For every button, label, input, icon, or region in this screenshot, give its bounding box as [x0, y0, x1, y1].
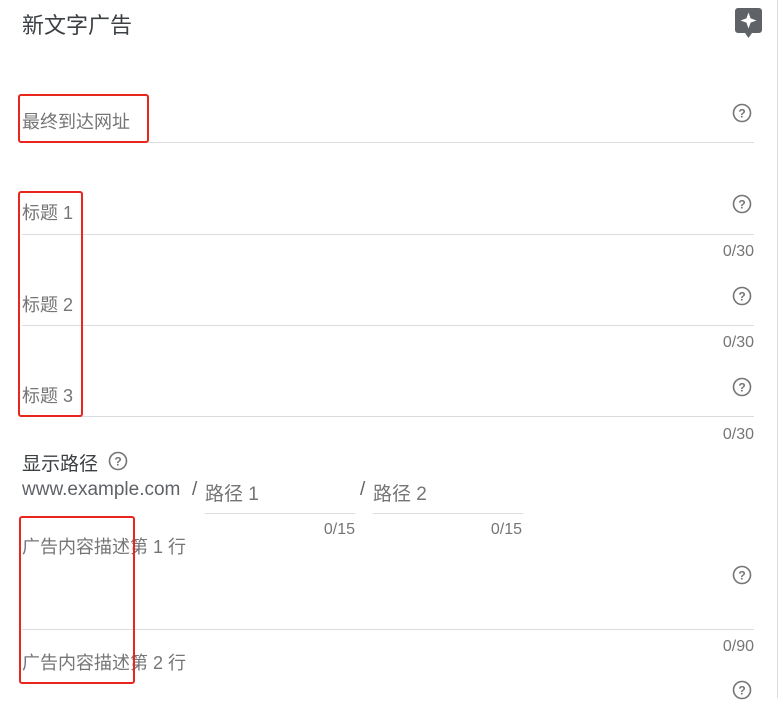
svg-text:?: ?	[738, 290, 745, 304]
help-icon[interactable]: ?	[732, 286, 752, 306]
headline-1-underline	[22, 234, 754, 235]
help-icon[interactable]: ?	[732, 565, 752, 585]
headline-2-label: 标题 2	[22, 295, 74, 315]
path-2-placeholder: 路径 2	[373, 484, 427, 505]
path-2-underline	[373, 513, 523, 514]
final-url-label: 最终到达网址	[22, 112, 130, 132]
path-separator: /	[192, 479, 198, 500]
headline-3-underline	[22, 416, 754, 417]
svg-text:?: ?	[114, 455, 121, 469]
page-title: 新文字广告	[22, 13, 133, 38]
headline-3-counter: 0/30	[722, 426, 754, 443]
path-1-underline	[205, 513, 355, 514]
svg-text:?: ?	[738, 198, 745, 212]
headline-3-label: 标题 3	[22, 386, 74, 406]
headline-1-label: 标题 1	[22, 203, 74, 223]
description-1-underline	[22, 629, 754, 630]
headline-2-counter: 0/30	[722, 334, 754, 351]
headline-1-counter: 0/30	[722, 243, 754, 260]
svg-text:?: ?	[738, 684, 745, 698]
svg-text:?: ?	[738, 381, 745, 395]
display-url-domain: www.example.com	[22, 479, 181, 500]
path-1-counter: 0/15	[323, 521, 355, 538]
headline-2-underline	[22, 325, 754, 326]
panel-right-border	[777, 0, 778, 698]
sparkle-icon[interactable]	[735, 8, 762, 38]
path-1-placeholder: 路径 1	[205, 484, 259, 505]
display-path-label: 显示路径	[22, 454, 99, 475]
help-icon[interactable]: ?	[732, 377, 752, 397]
help-icon[interactable]: ?	[108, 451, 128, 471]
help-icon[interactable]: ?	[732, 194, 752, 214]
svg-text:?: ?	[738, 107, 745, 121]
description-1-label: 广告内容描述第 1 行	[22, 537, 187, 557]
description-2-label: 广告内容描述第 2 行	[22, 653, 187, 673]
help-icon[interactable]: ?	[732, 103, 752, 123]
svg-text:?: ?	[738, 569, 745, 583]
help-icon[interactable]: ?	[732, 680, 752, 700]
path-2-counter: 0/15	[490, 521, 522, 538]
final-url-underline	[22, 142, 754, 143]
path-separator: /	[360, 479, 366, 500]
description-1-counter: 0/90	[722, 638, 754, 655]
